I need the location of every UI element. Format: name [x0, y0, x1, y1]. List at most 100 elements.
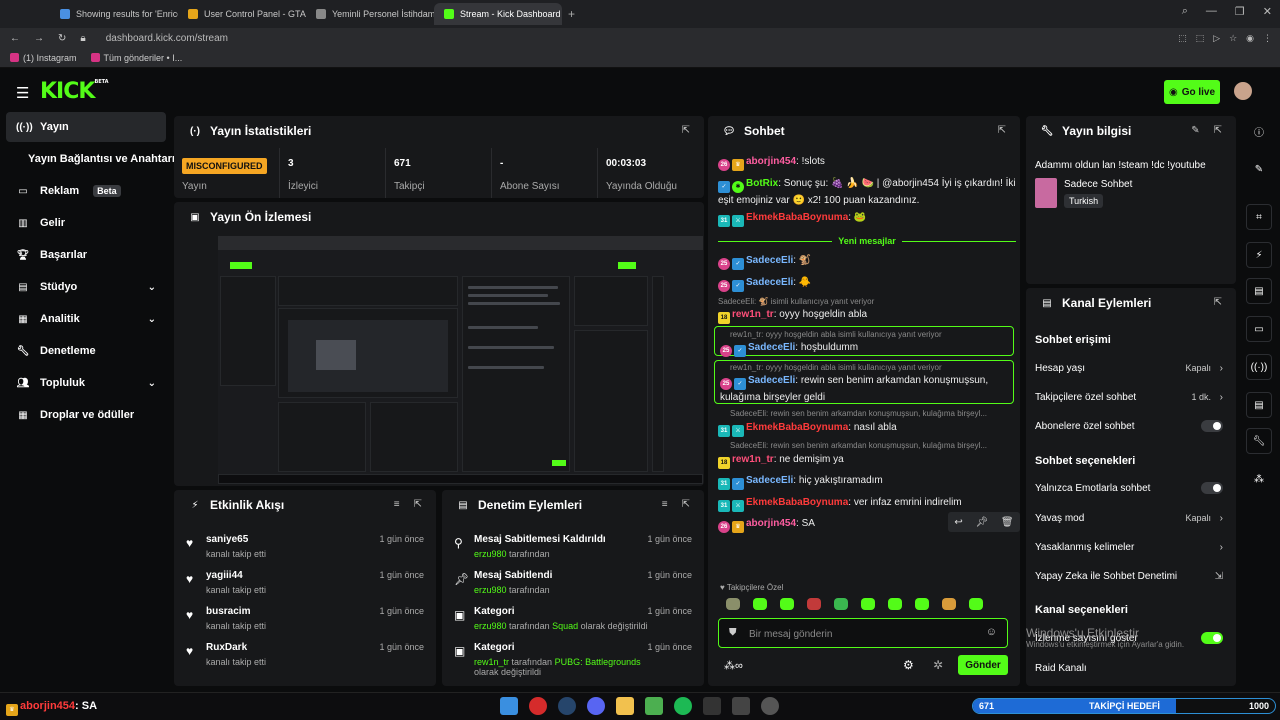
- popout-icon[interactable]: ⇱: [682, 499, 690, 510]
- popout-icon[interactable]: ⇱: [682, 125, 690, 136]
- folder-icon[interactable]: [616, 697, 634, 715]
- bookmark-instagram-posts[interactable]: Tüm gönderiler • I...: [90, 52, 182, 63]
- emote-icon[interactable]: [726, 598, 740, 610]
- new-tab-button[interactable]: +: [562, 7, 581, 21]
- show-viewers-toggle[interactable]: [1201, 632, 1223, 644]
- chat-message: 25 ✓ SadeceEli: hoşbuldumm: [720, 340, 1018, 357]
- emote-icon[interactable]: [780, 598, 794, 610]
- subs-only-toggle[interactable]: [1201, 420, 1223, 432]
- sidebar-item-achievements[interactable]: 🏆︎ Başarılar: [6, 240, 166, 270]
- edit-icon[interactable]: ✎: [1246, 156, 1272, 182]
- emote-icon[interactable]: [753, 598, 767, 610]
- wrench-icon[interactable]: 🔧︎: [1246, 428, 1272, 454]
- option-raid[interactable]: Raid Kanalı: [1035, 658, 1223, 678]
- broadcast-icon[interactable]: ((·)): [1246, 354, 1272, 380]
- delete-icon[interactable]: 🗑︎: [1001, 517, 1014, 528]
- gear-icon[interactable]: ⚙: [903, 658, 914, 672]
- sidebar-item-stream[interactable]: ((·)) Yayın: [6, 112, 166, 142]
- pin-icon[interactable]: 📌︎: [975, 517, 988, 528]
- opera-icon[interactable]: [529, 697, 547, 715]
- chevron-down-icon: ⌄: [147, 313, 156, 325]
- extension-icon[interactable]: ▷: [1213, 33, 1220, 44]
- sidebar-item-revenue[interactable]: ▥ Gelir: [6, 208, 166, 238]
- sidebar-item-studio[interactable]: ▤ Stüdyo ⌄: [6, 272, 166, 302]
- sidebar-item-community[interactable]: 👥︎ Topluluk ⌄: [6, 368, 166, 398]
- points-icon[interactable]: ⁂: [1246, 466, 1272, 492]
- emote-only-toggle[interactable]: [1201, 482, 1223, 494]
- search-tabs-icon[interactable]: ⌕: [1182, 5, 1188, 18]
- sidebar-item-drops[interactable]: ▦ Droplar ve ödüller: [6, 400, 166, 430]
- emote-icon[interactable]: [834, 598, 848, 610]
- forward-icon[interactable]: →: [34, 33, 44, 44]
- option-ai-moderation[interactable]: Yapay Zeka ile Sohbet Denetimi ⇲: [1035, 566, 1223, 586]
- extension-icon[interactable]: ⬚: [1196, 33, 1205, 44]
- settings-gear-icon[interactable]: ✲: [933, 658, 943, 672]
- minecraft-icon[interactable]: [645, 697, 663, 715]
- discord-icon[interactable]: [587, 697, 605, 715]
- sidebar-item-analytics[interactable]: ▦ Analitik ⌄: [6, 304, 166, 334]
- steam-icon[interactable]: [558, 697, 576, 715]
- browser-tab-active[interactable]: Stream - Kick Dashboard: [434, 3, 562, 25]
- hamburger-menu-icon[interactable]: ☰: [16, 84, 29, 102]
- stat-stream: MISCONFIGURED Yayın: [174, 148, 280, 198]
- bookmark-star-icon[interactable]: ☆: [1229, 33, 1237, 44]
- popout-icon[interactable]: ⇱: [414, 499, 422, 510]
- sidebar-item-moderation[interactable]: 🔧︎ Denetleme: [6, 336, 166, 366]
- tab-favicon-icon: [60, 9, 70, 19]
- option-slow-mode[interactable]: Yavaş mod Kapalı ›: [1035, 508, 1223, 528]
- extension-icon[interactable]: ⬚: [1178, 33, 1187, 44]
- chat-message: 31 ⚔ EkmekBabaBoynuma: ver infaz emrini in…: [718, 495, 1016, 512]
- app-icon[interactable]: [732, 697, 750, 715]
- app-icon[interactable]: [703, 697, 721, 715]
- bookmark-instagram[interactable]: (1) Instagram: [10, 52, 77, 63]
- go-live-button[interactable]: ◉ Go live: [1164, 80, 1220, 104]
- maximize-icon[interactable]: ❐: [1235, 5, 1245, 18]
- channel-icon[interactable]: ▤: [1246, 392, 1272, 418]
- emote-icon[interactable]: [942, 598, 956, 610]
- sub-badge-icon: 18: [718, 312, 730, 324]
- minimize-icon[interactable]: —: [1206, 5, 1217, 18]
- sidebar-item-ads[interactable]: ▭ Reklam Beta: [6, 176, 166, 206]
- emote-icon[interactable]: [807, 598, 821, 610]
- info-icon[interactable]: ⓘ: [1246, 118, 1272, 144]
- emote-icon[interactable]: [888, 598, 902, 610]
- close-icon[interactable]: ✕: [1263, 5, 1272, 18]
- option-account-age[interactable]: Hesap yaşı Kapalı ›: [1035, 358, 1223, 378]
- windows-start-icon[interactable]: [500, 697, 518, 715]
- popout-icon[interactable]: ⇱: [1214, 297, 1222, 308]
- back-icon[interactable]: ←: [10, 33, 20, 44]
- sidebar-item-stream-key[interactable]: Yayın Bağlantısı ve Anahtarı: [6, 144, 175, 174]
- profile-icon[interactable]: ◉: [1246, 33, 1254, 44]
- section-title: Sohbet erişimi: [1035, 334, 1111, 346]
- kick-points-icon[interactable]: ⁂∞: [724, 659, 743, 672]
- reload-icon[interactable]: ↻: [58, 33, 66, 44]
- lightning-icon[interactable]: ⚡︎: [1246, 242, 1272, 268]
- popout-icon[interactable]: ⇱: [1214, 125, 1222, 136]
- reply-icon[interactable]: ↩: [954, 517, 962, 528]
- option-banned-words[interactable]: Yasaklanmış kelimeler ›: [1035, 537, 1223, 557]
- avatar[interactable]: [1234, 82, 1252, 100]
- send-button[interactable]: Gönder: [958, 655, 1008, 675]
- edit-icon[interactable]: ✎: [1191, 125, 1199, 136]
- chat-icon[interactable]: ▭: [1246, 316, 1272, 342]
- filter-icon[interactable]: ≡: [394, 499, 400, 510]
- spotify-icon[interactable]: [674, 697, 692, 715]
- crop-icon[interactable]: ⌗: [1246, 204, 1272, 230]
- option-followers-only[interactable]: Takipçilere özel sohbet 1 dk. ›: [1035, 387, 1223, 407]
- obs-icon[interactable]: [761, 697, 779, 715]
- menu-dots-icon[interactable]: ⋮: [1263, 33, 1272, 44]
- list-icon[interactable]: ▤: [1246, 278, 1272, 304]
- emoji-icon[interactable]: ☺: [986, 626, 997, 638]
- browser-tab[interactable]: Yeminli Personel İstihdamı: [306, 3, 434, 25]
- emote-icon[interactable]: [915, 598, 929, 610]
- popout-icon[interactable]: ⇱: [998, 125, 1006, 136]
- browser-tab[interactable]: Showing results for 'Enrico: [50, 3, 178, 25]
- emote-icon[interactable]: [969, 598, 983, 610]
- chat-input[interactable]: [749, 626, 979, 642]
- filter-icon[interactable]: ≡: [662, 499, 668, 510]
- emote-icon[interactable]: [861, 598, 875, 610]
- url-field[interactable]: dashboard.kick.com/stream: [106, 33, 228, 44]
- kick-logo[interactable]: KICKBETA: [40, 79, 109, 104]
- stream-preview-video[interactable]: [218, 236, 703, 484]
- browser-tab[interactable]: User Control Panel - GTA V: [178, 3, 306, 25]
